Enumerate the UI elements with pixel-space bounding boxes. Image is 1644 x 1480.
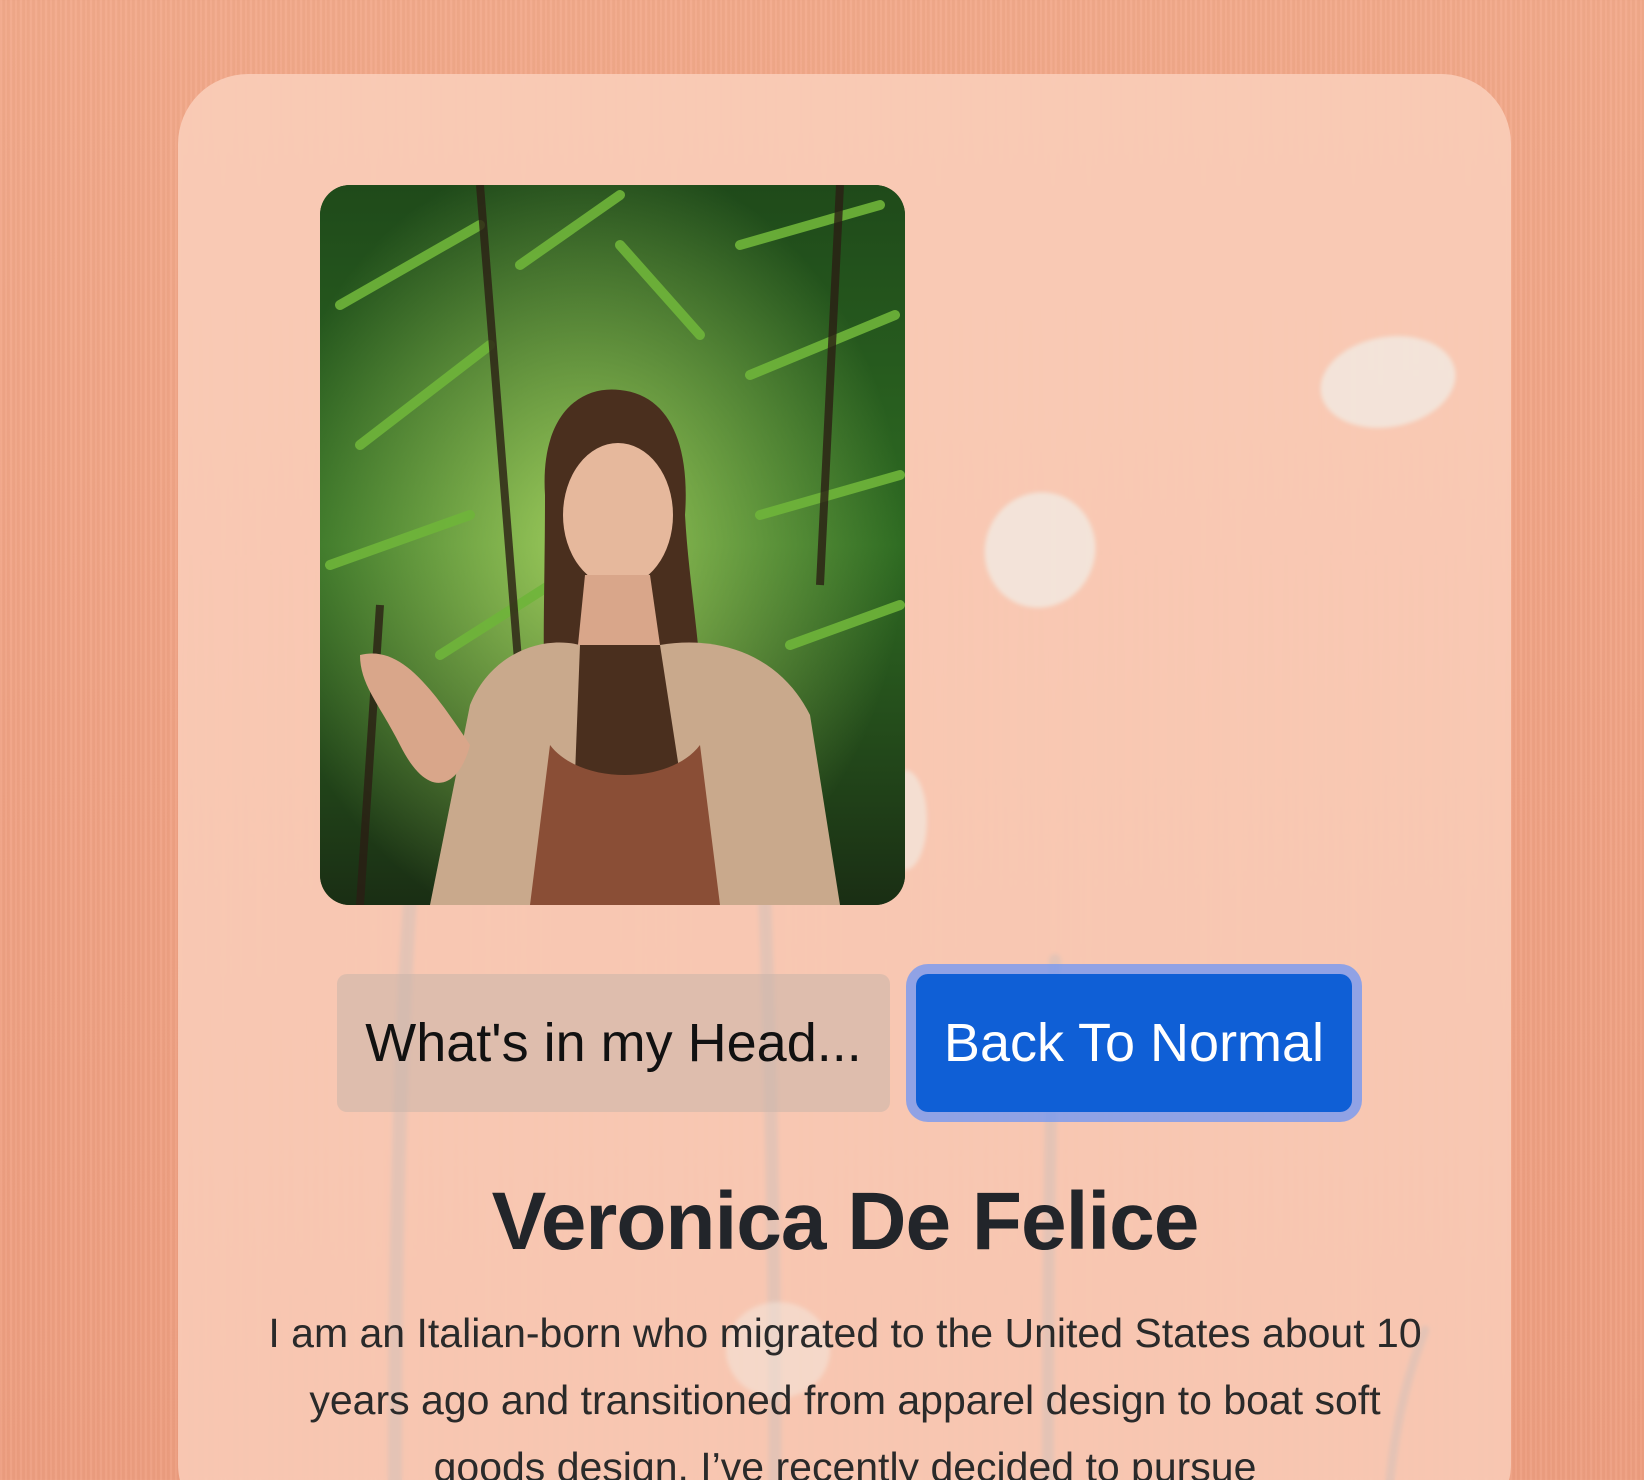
button-row: What's in my Head... Back To Normal <box>0 968 1644 1112</box>
profile-photo <box>320 185 905 905</box>
profile-name: Veronica De Felice <box>491 1176 1200 1267</box>
profile-bio: I am an Italian-born who migrated to the… <box>268 1310 1422 1480</box>
whats-in-my-head-button[interactable]: What's in my Head... <box>337 974 890 1112</box>
back-to-normal-button[interactable]: Back To Normal <box>916 974 1352 1112</box>
profile-photo-image <box>320 185 905 905</box>
